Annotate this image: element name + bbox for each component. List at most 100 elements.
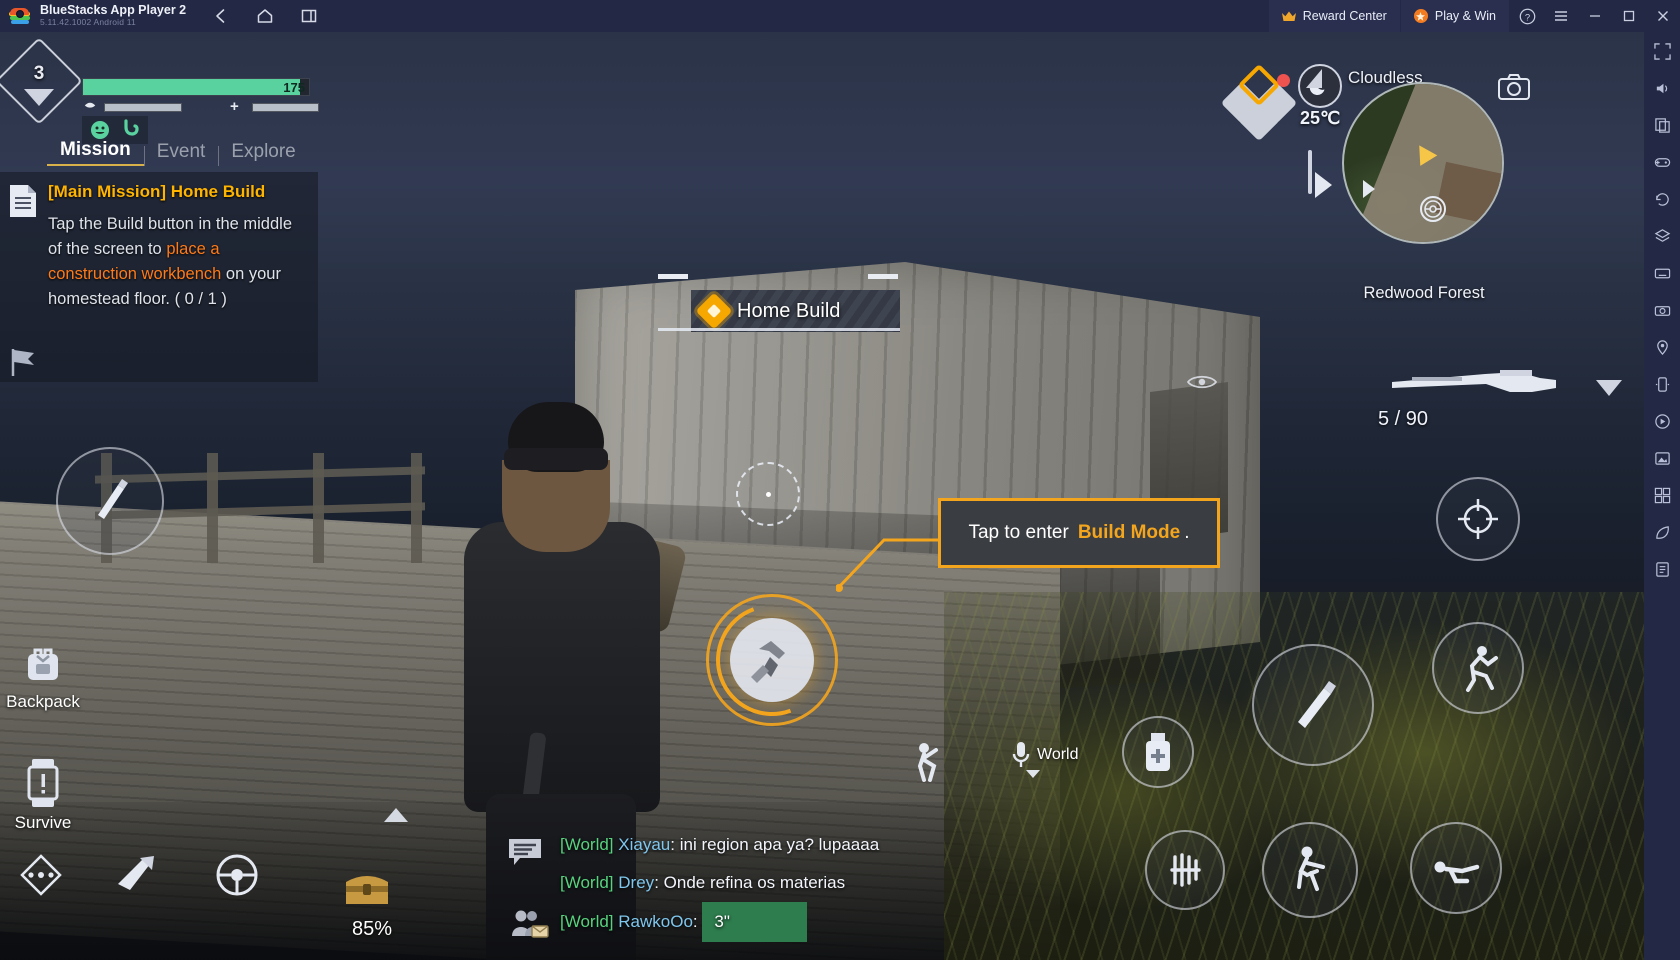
mission-title: [Main Mission] Home Build [48,182,266,201]
prone-button[interactable] [1410,822,1502,914]
keyboard-icon[interactable] [1649,260,1675,286]
volume-icon[interactable] [1649,75,1675,101]
fuel-percent-label: 85% [352,918,393,940]
vehicle-marker-icon [1420,196,1446,222]
play-and-win-button[interactable]: Play & Win [1400,0,1510,32]
reward-center-button[interactable]: Reward Center [1268,0,1401,32]
game-hud: 3 175 + Mission Event Explore [Main Miss… [0,32,1644,960]
voice-dropdown-icon[interactable] [1026,770,1040,778]
close-button[interactable] [1646,0,1680,32]
build-mode-tooltip: Tap to enter Build Mode . [938,498,1220,568]
titlebar-right-group: Reward Center Play & Win ? [1268,0,1680,32]
voice-channel-label: World [1037,746,1079,763]
minimap-left-arrow-icon[interactable] [1315,172,1332,198]
document-icon [8,184,38,218]
minimap-inner-arrow-icon[interactable] [1363,180,1375,198]
shotgun-icon [1390,362,1560,406]
bluestacks-logo-icon [9,5,31,27]
build-mode-button[interactable] [697,585,847,735]
objective-banner: Home Build [658,290,900,332]
back-button[interactable] [210,5,232,27]
tab-mission[interactable]: Mission [47,139,144,166]
objective-underline [658,328,900,331]
objective-tick-right [868,274,898,279]
tab-event[interactable]: Event [143,141,219,166]
screenshot-icon[interactable] [1649,445,1675,471]
fullscreen-icon[interactable] [1649,38,1675,64]
eye-icon [1187,372,1217,392]
maximize-button[interactable] [1612,0,1646,32]
rotate-icon[interactable] [1649,186,1675,212]
tab-explore[interactable]: Explore [218,141,308,166]
quest-quad-button[interactable] [1220,63,1298,142]
stamina-icon [82,98,99,115]
home-button[interactable] [254,5,276,27]
chat-channel: [World] [560,873,614,892]
eco-mode-icon[interactable] [1649,519,1675,545]
recents-button[interactable] [298,5,320,27]
minimap[interactable] [1342,82,1504,244]
crouch-button[interactable] [1262,822,1358,918]
shoot-button[interactable] [1252,644,1374,766]
layers-icon[interactable] [1649,223,1675,249]
chat-message-row: [World] Drey: Onde refina os materias [560,873,846,892]
chat-text: Onde refina os materias [663,873,846,892]
mission-panel: Mission Event Explore [Main Mission] Hom… [0,128,318,382]
chat-sender: Drey [618,873,655,892]
multi-instance-icon[interactable] [1649,482,1675,508]
bluestacks-side-toolbar [1644,32,1680,960]
medkit-button[interactable] [1122,716,1194,788]
emote-icon[interactable] [910,740,946,784]
chest-icon[interactable] [344,868,390,908]
play-and-win-label: Play & Win [1434,9,1496,23]
camera-icon[interactable] [1649,297,1675,323]
chat-panel[interactable]: [World] Xiayau: ini region apa ya? lupaa… [509,826,1200,942]
objective-label: Home Build [737,299,841,322]
minimize-button[interactable] [1578,0,1612,32]
chat-bubble-icon[interactable] [508,838,542,866]
chat-message-row: [World] Xiayau: ini region apa ya? lupaa… [560,835,880,854]
mission-description: Tap the Build button in the middle of th… [48,212,306,312]
crosshair [736,462,800,526]
play-win-icon [1413,9,1428,23]
shake-icon[interactable] [1649,371,1675,397]
chat-sender: RawkoOo [618,912,693,931]
diamond-objective-icon [695,292,733,330]
build-hammer-icon [730,618,814,702]
jump-button[interactable] [1432,622,1524,714]
chat-input-field[interactable]: 3" [702,902,808,942]
stamina-bar [104,103,183,112]
aim-button[interactable] [1436,477,1520,561]
player-level-badge: 3 [0,37,83,125]
crown-icon [1281,11,1296,22]
chat-channel: [World] [560,835,614,854]
microphone-icon [1010,740,1032,770]
survive-button[interactable]: Survive [8,757,78,833]
location-icon[interactable] [1649,334,1675,360]
macro-icon[interactable] [1649,408,1675,434]
steering-wheel-icon[interactable] [212,850,262,900]
help-button[interactable]: ? [1510,0,1544,32]
mission-tabs: Mission Event Explore [0,128,318,166]
hamburger-menu-button[interactable] [1544,0,1578,32]
chat-expand-icon[interactable] [384,808,408,822]
game-viewport[interactable]: 3 175 + Mission Event Explore [Main Miss… [0,32,1644,960]
backpack-button[interactable]: Backpack [6,640,80,712]
ammo-reload-button[interactable] [56,447,164,555]
chat-message-row: [World] RawkoOo: 3" [560,902,1200,942]
gamepad-icon[interactable] [1649,149,1675,175]
voice-channel-button[interactable]: World [1010,740,1079,770]
camera-toggle-button[interactable] [1498,74,1530,100]
backpack-label: Backpack [6,692,80,711]
dpad-icon[interactable] [16,850,66,900]
objective-tick-left [658,274,688,279]
copy-icon[interactable] [1649,112,1675,138]
callout-connector [836,526,942,592]
friends-mail-icon[interactable] [510,908,550,938]
pickaxe-icon[interactable] [112,850,160,898]
armor-icon: + [230,98,239,115]
weapon-dropdown-icon[interactable] [1596,380,1622,396]
script-icon[interactable] [1649,556,1675,582]
chat-channel: [World] [560,912,614,931]
tooltip-suffix: . [1184,522,1190,543]
